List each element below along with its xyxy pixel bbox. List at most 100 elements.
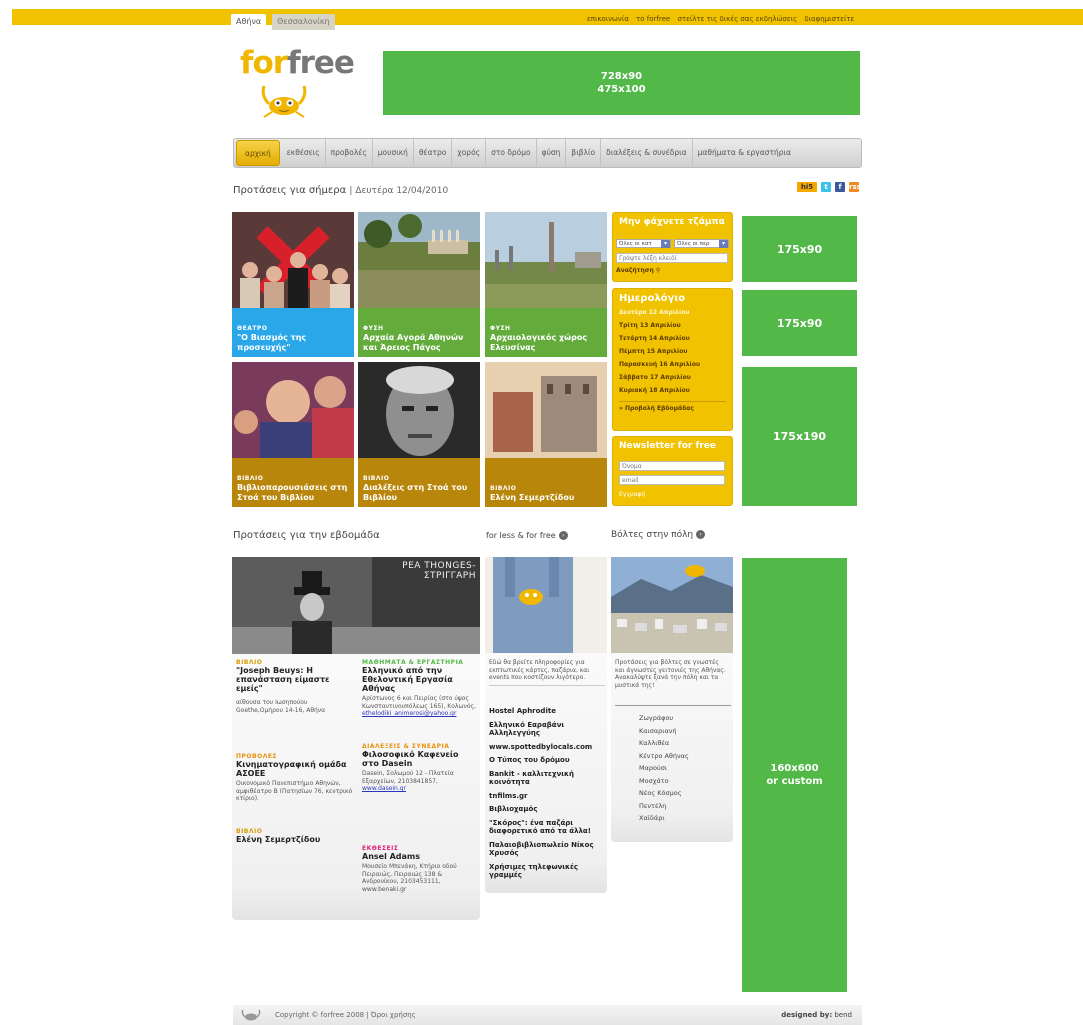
event-title[interactable]: Ελένη Σεμερτζίδου (236, 835, 354, 844)
name-input[interactable]: Όνομα (619, 461, 725, 471)
tile-title[interactable]: Αρχαία Αγορά Αθηνών και Άρειος Πάγος (363, 333, 475, 353)
forless-item[interactable]: www.spottedbylocals.com (489, 743, 607, 752)
forless-item[interactable]: Παλαιοβιβλιοπωλείο Νίκος Χρυσός (489, 841, 607, 858)
area-select[interactable]: Όλες οι περ ▾ (674, 239, 729, 248)
forless-item[interactable]: tnfilms.gr (489, 792, 607, 801)
neighborhood-item[interactable]: Κέντρο Αθήνας (611, 750, 733, 763)
neighborhood-item[interactable]: Καλλιθέα (611, 737, 733, 750)
neighborhood-item[interactable]: Μαρούσι (611, 762, 733, 775)
skyscraper-ad[interactable]: 160x600 or custom (742, 558, 847, 992)
nav-dance[interactable]: χορός (452, 138, 487, 168)
neighborhood-item[interactable]: Χαϊδάρι (611, 812, 733, 825)
arrow-right-icon: › (696, 530, 706, 539)
facebook-icon[interactable]: f (835, 182, 845, 192)
painting-photo (485, 362, 607, 458)
hi5-icon[interactable]: hi5 (797, 182, 817, 192)
forless-item[interactable]: Βιβλιοχαμός (489, 805, 607, 814)
week-event[interactable]: ΒΙΒΛΙΟ "Joseph Beuys: Η επανάσταση είμασ… (236, 659, 354, 714)
forless-heading[interactable]: for less & for free › (486, 531, 568, 540)
event-title[interactable]: Ελληνικό από την Εθελοντική Εργασία Αθήν… (362, 666, 478, 693)
tile-today-5[interactable]: ΒΙΒΛΙΟ Διαλέξεις στη Στοά του Βιβλίου (358, 362, 480, 507)
forless-item[interactable]: Ελληνικό Εαραβάνι Αλληλεγγύης (489, 721, 607, 738)
tile-today-2[interactable]: ΦΥΣΗ Αρχαία Αγορά Αθηνών και Άρειος Πάγο… (358, 212, 480, 357)
nav-home[interactable]: αρχική (236, 140, 280, 166)
signup-button[interactable]: Εγγραφή (619, 491, 645, 498)
event-info: Οικονομικό Πανεπιστήμιο Αθηνών, αμφιθέατ… (236, 780, 353, 802)
tab-athens[interactable]: Αθήνα (231, 14, 267, 30)
event-title[interactable]: Κινηματογραφική ομάδα ΑΣΟΕΕ (236, 760, 354, 778)
nav-street[interactable]: στο δρόμο (486, 138, 537, 168)
nav-screenings[interactable]: προβολές (326, 138, 373, 168)
top-link-submit-events[interactable]: στείλτε τις δικές σας εκδηλώσεις (677, 15, 797, 23)
search-button[interactable]: Αναζήτηση ⚲ (616, 267, 660, 274)
week-event[interactable]: ΠΡΟΒΟΛΕΣ Κινηματογραφική ομάδα ΑΣΟΕΕ Οικ… (236, 753, 354, 803)
tile-title[interactable]: Διαλέξεις στη Στοά του Βιβλίου (363, 483, 475, 503)
side-ad-1[interactable]: 175x90 (742, 216, 857, 282)
event-link[interactable]: www.dasein.gr (362, 785, 478, 793)
forless-item[interactable]: "Σκόρος": ένα παζάρι διαφορετικό από τα … (489, 819, 607, 836)
banner-ad[interactable]: 728x90 475x100 (383, 51, 860, 115)
neighborhood-item[interactable]: Πεντέλη (611, 800, 733, 813)
tile-title[interactable]: Ελένη Σεμερτζίδου (490, 493, 602, 503)
side-ad-3[interactable]: 175x190 (742, 367, 857, 506)
top-link-about[interactable]: το forfree (636, 15, 670, 23)
week-event[interactable]: ΒΙΒΛΙΟ Ελένη Σεμερτζίδου (236, 828, 354, 844)
week-view-link[interactable]: » Προβολή Εβδομάδας (613, 402, 732, 415)
event-title[interactable]: "Joseph Beuys: Η επανάσταση είμαστε εμεί… (236, 666, 354, 693)
tile-category: ΦΥΣΗ (363, 325, 384, 332)
nav-workshops[interactable]: μαθήματα & εργαστήρια (693, 138, 796, 168)
copyright-text[interactable]: Copyright © forfree 2008 | Όροι χρήσης (275, 1011, 416, 1019)
tile-title[interactable]: Αρχαιολογικός χώρος Ελευσίνας (490, 333, 602, 353)
designer-link[interactable]: bend (834, 1011, 852, 1019)
calendar-day[interactable]: Πέμπτη 15 Απριλίου (613, 345, 732, 358)
twitter-icon[interactable]: t (821, 182, 831, 192)
calendar-day[interactable]: Τρίτη 13 Απριλίου (613, 319, 732, 332)
email-input[interactable]: email (619, 475, 725, 485)
neighborhood-item[interactable]: Νέος Κόσμος (611, 787, 733, 800)
tile-title[interactable]: Βιβλιοπαρουσιάσεις στη Στοά του Βιβλίου (237, 483, 349, 503)
nav-nature[interactable]: φύση (537, 138, 567, 168)
event-title[interactable]: Φιλοσοφικό Καφενείο στο Dasein (362, 750, 478, 768)
nav-exhibitions[interactable]: εκθέσεις (282, 138, 326, 168)
neighborhood-item[interactable]: Καισαριανή (611, 725, 733, 738)
nav-lectures[interactable]: διαλέξεις & συνέδρια (601, 138, 693, 168)
calendar-day[interactable]: Σάββατο 17 Απριλίου (613, 371, 732, 384)
nav-theatre[interactable]: θέατρο (414, 138, 453, 168)
calendar-day[interactable]: Παρασκευή 16 Απριλίου (613, 358, 732, 371)
neighborhood-item[interactable]: Μοσχάτο (611, 775, 733, 788)
top-link-contact[interactable]: επικοινωνία (587, 15, 629, 23)
event-info: Μουσείο Μπενάκη, Κτήριο οδού Πειραιώς, Π… (362, 863, 457, 893)
volta-intro: Προτάσεις για βόλτες σε γνωστές και άγνω… (615, 659, 726, 689)
tile-today-4[interactable]: ΒΙΒΛΙΟ Βιβλιοπαρουσιάσεις στη Στοά του Β… (232, 362, 354, 507)
tile-today-3[interactable]: ΦΥΣΗ Αρχαιολογικός χώρος Ελευσίνας (485, 212, 607, 357)
week-event[interactable]: ΕΚΘΕΣΕΙΣ Ansel Adams Μουσείο Μπενάκη, Κτ… (362, 845, 478, 893)
keyword-input[interactable]: Γράψτε λέξη κλειδί (616, 253, 728, 263)
week-event[interactable]: ΜΑΘΗΜΑΤΑ & ΕΡΓΑΣΤΗΡΙΑ Ελληνικό από την Ε… (362, 659, 478, 718)
top-links: επικοινωνία το forfree στείλτε τις δικές… (587, 14, 859, 25)
forless-item[interactable]: Hostel Aphrodite (489, 707, 607, 716)
calendar-day[interactable]: Κυριακή 18 Απριλίου (613, 384, 732, 397)
category-select[interactable]: Όλες οι κατ ▾ (616, 239, 671, 248)
tile-title[interactable]: "Ο Βιασμός της προσευχής" (237, 333, 349, 353)
forless-item[interactable]: Bankit - καλλιτεχνική κοινότητα (489, 770, 607, 787)
nav-book[interactable]: βιβλίο (566, 138, 602, 168)
tile-today-6[interactable]: ΒΙΒΛΙΟ Ελένη Σεμερτζίδου (485, 362, 607, 507)
forless-item[interactable]: Ο Τύπος του δρόμου (489, 756, 607, 765)
volta-heading[interactable]: Βόλτες στην πόλη › (611, 530, 706, 540)
calendar-day[interactable]: Τετάρτη 14 Απριλίου (613, 332, 732, 345)
newsletter-title: Newsletter for free (619, 441, 717, 451)
nav-music[interactable]: μουσική (373, 138, 414, 168)
neighborhood-item[interactable]: Ζωγράφου (611, 712, 733, 725)
lecture-portrait-photo (358, 362, 480, 458)
calendar-day[interactable]: Δευτέρα 12 Απριλίου (613, 306, 732, 319)
rss-icon[interactable]: rss (849, 182, 861, 192)
week-event[interactable]: ΔΙΑΛΕΞΕΙΣ & ΣΥΝΕΔΡΙΑ Φιλοσοφικό Καφενείο… (362, 743, 478, 793)
tile-today-1[interactable]: ΘΕΑΤΡΟ "Ο Βιασμός της προσευχής" (232, 212, 354, 357)
event-link[interactable]: ethelodiki_animerosi@yahoo.gr (362, 710, 478, 718)
tab-thessaloniki[interactable]: Θεσσαλονίκη (272, 14, 335, 30)
side-ad-2[interactable]: 175x90 (742, 290, 857, 356)
event-title[interactable]: Ansel Adams (362, 852, 478, 861)
forless-item[interactable]: Χρήσιμες τηλεφωνικές γραμμές (489, 863, 607, 880)
top-link-advertise[interactable]: διαφημιστείτε (804, 15, 854, 23)
logo[interactable]: forfree (234, 42, 374, 122)
